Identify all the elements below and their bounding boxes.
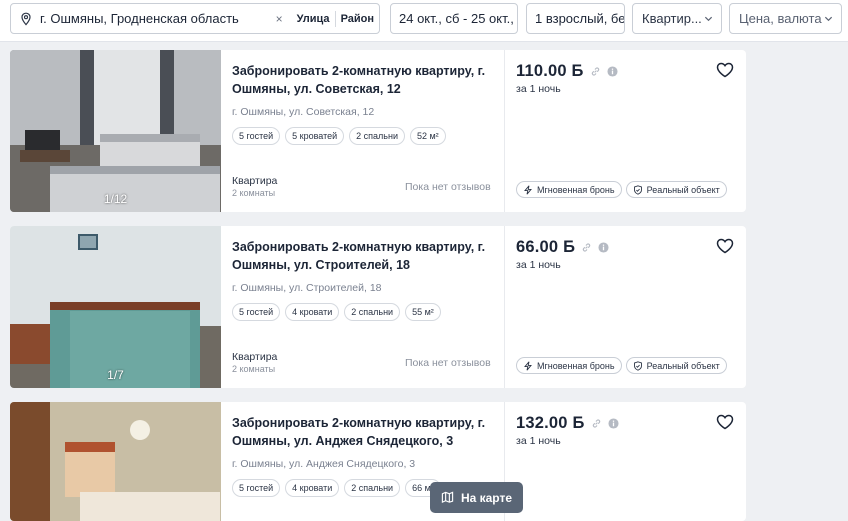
- bedroom-photo-image: [10, 50, 221, 212]
- listing-address: г. Ошмяны, ул. Советская, 12: [232, 106, 375, 118]
- link-icon[interactable]: [581, 242, 592, 253]
- street-toggle-button[interactable]: Улица: [292, 4, 335, 33]
- price-block: 110.00 Б: [516, 62, 618, 81]
- listing-title[interactable]: Забронировать 2-комнатную квартиру, г. О…: [232, 414, 492, 450]
- property-type-select[interactable]: Квартир...: [632, 3, 722, 34]
- bedrooms-chip: 2 спальни: [344, 303, 401, 321]
- room-count: 2 комнаты: [232, 188, 276, 198]
- info-icon[interactable]: [607, 66, 618, 77]
- bedrooms-chip: 2 спальни: [349, 127, 405, 145]
- instant-booking-badge: Мгновенная бронь: [516, 357, 622, 374]
- link-icon[interactable]: [590, 66, 601, 77]
- area-chip: 52 м²: [409, 127, 446, 145]
- photo-counter: 1/7: [107, 368, 124, 382]
- price-amount: 110.00 Б: [516, 62, 584, 80]
- instant-booking-label: Мгновенная бронь: [537, 360, 615, 371]
- price-period: за 1 ночь: [516, 435, 561, 447]
- listing-card[interactable]: 1/12 Забронировать 2-комнатную квартиру,…: [10, 50, 746, 212]
- dates-value: 24 окт., сб - 25 окт., вс: [399, 11, 518, 26]
- location-search-input[interactable]: г. Ошмяны, Гродненская область: [40, 11, 276, 26]
- price-currency-select[interactable]: Цена, валюта: [729, 3, 842, 34]
- guests-field[interactable]: 1 взрослый, без детей: [526, 3, 625, 34]
- lightning-icon: [524, 361, 532, 370]
- instant-booking-badge: Мгновенная бронь: [516, 181, 622, 198]
- clear-location-button[interactable]: ×: [276, 12, 283, 26]
- map-icon: [441, 491, 454, 503]
- shield-check-icon: [633, 184, 642, 195]
- divider: [504, 50, 505, 212]
- beds-chip: 4 кровати: [285, 303, 340, 321]
- price-block: 66.00 Б: [516, 238, 609, 257]
- room-count: 2 комнаты: [232, 364, 276, 374]
- verified-property-label: Реальный объект: [646, 360, 720, 371]
- area-chip: 55 м²: [405, 303, 441, 321]
- reviews-status: Пока нет отзывов: [405, 181, 491, 193]
- beds-chip: 5 кроватей: [285, 127, 345, 145]
- beds-chip: 4 кровати: [285, 479, 340, 497]
- bedroom-photo-image: [10, 226, 221, 388]
- show-on-map-button[interactable]: На карте: [430, 482, 523, 513]
- badges: Мгновенная бронь Реальный объект: [516, 181, 727, 198]
- property-kind: Квартира: [232, 175, 278, 187]
- instant-booking-label: Мгновенная бронь: [537, 184, 615, 195]
- listing-title[interactable]: Забронировать 2-комнатную квартиру, г. О…: [232, 238, 492, 274]
- guests-chip: 5 гостей: [232, 479, 281, 497]
- verified-property-badge: Реальный объект: [625, 181, 727, 198]
- amenity-chips: 5 гостей 4 кровати 2 спальни 55 м²: [232, 303, 441, 321]
- verified-property-badge: Реальный объект: [625, 357, 727, 374]
- listing-address: г. Ошмяны, ул. Анджея Снядецкого, 3: [232, 458, 416, 470]
- listing-card[interactable]: 1/7 Забронировать 2-комнатную квартиру, …: [10, 226, 746, 388]
- photo-counter: 1/12: [103, 192, 128, 206]
- district-toggle-button[interactable]: Район: [336, 4, 379, 33]
- guests-chip: 5 гостей: [232, 303, 281, 321]
- listing-title[interactable]: Забронировать 2-комнатную квартиру, г. О…: [232, 62, 492, 98]
- shield-check-icon: [633, 360, 642, 371]
- amenity-chips: 5 гостей 5 кроватей 2 спальни 52 м²: [232, 127, 446, 145]
- listing-photo[interactable]: 1/12: [10, 50, 221, 212]
- show-on-map-label: На карте: [460, 490, 513, 505]
- reviews-status: Пока нет отзывов: [405, 357, 491, 369]
- price-currency-value: Цена, валюта: [739, 11, 822, 26]
- listing-address: г. Ошмяны, ул. Строителей, 18: [232, 282, 382, 294]
- lightning-icon: [524, 185, 532, 194]
- price-block: 132.00 Б: [516, 414, 619, 433]
- link-icon[interactable]: [591, 418, 602, 429]
- bedrooms-chip: 2 спальни: [344, 479, 401, 497]
- badges: Мгновенная бронь Реальный объект: [516, 357, 727, 374]
- heart-icon[interactable]: [716, 62, 734, 78]
- bedroom-photo-image: [10, 402, 221, 521]
- filter-bar: г. Ошмяны, Гродненская область × Улица Р…: [0, 0, 848, 42]
- heart-icon[interactable]: [716, 414, 734, 430]
- property-type-value: Квартир...: [642, 11, 702, 26]
- location-search-field[interactable]: г. Ошмяны, Гродненская область × Улица Р…: [10, 3, 380, 34]
- price-amount: 132.00 Б: [516, 414, 585, 432]
- amenity-chips: 5 гостей 4 кровати 2 спальни 66 м²: [232, 479, 441, 497]
- divider: [504, 226, 505, 388]
- dates-field[interactable]: 24 окт., сб - 25 окт., вс: [390, 3, 518, 34]
- property-kind: Квартира: [232, 351, 278, 363]
- guests-chip: 5 гостей: [232, 127, 281, 145]
- listing-photo[interactable]: [10, 402, 221, 521]
- heart-icon[interactable]: [716, 238, 734, 254]
- listing-card[interactable]: Забронировать 2-комнатную квартиру, г. О…: [10, 402, 746, 521]
- price-period: за 1 ночь: [516, 259, 561, 271]
- info-icon[interactable]: [598, 242, 609, 253]
- price-period: за 1 ночь: [516, 83, 561, 95]
- pin-icon: [21, 12, 31, 26]
- verified-property-label: Реальный объект: [646, 184, 720, 195]
- guests-value: 1 взрослый, без детей: [535, 11, 625, 26]
- chevron-down-icon: [704, 16, 713, 22]
- info-icon[interactable]: [607, 418, 619, 429]
- listing-photo[interactable]: 1/7: [10, 226, 221, 388]
- price-amount: 66.00 Б: [516, 238, 576, 256]
- chevron-down-icon: [824, 16, 833, 22]
